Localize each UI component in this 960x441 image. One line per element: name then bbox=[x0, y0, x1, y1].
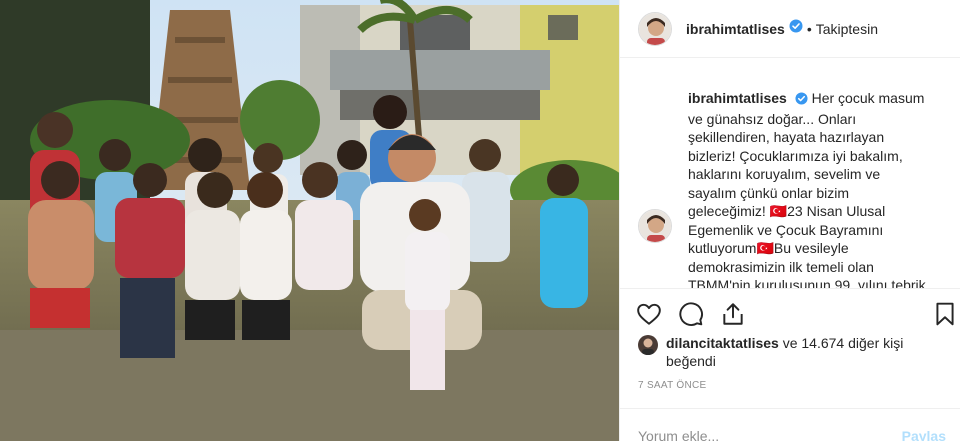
post-photo-image bbox=[0, 0, 619, 441]
author-avatar[interactable] bbox=[638, 11, 672, 46]
author-avatar-image bbox=[639, 12, 671, 45]
comment-button[interactable] bbox=[678, 301, 704, 327]
caption-author-avatar-image bbox=[639, 210, 671, 242]
caption-author-avatar[interactable] bbox=[638, 209, 672, 243]
caption-body: Her çocuk masum ve günahsız doğar... Onl… bbox=[688, 90, 926, 288]
post-comment-button[interactable]: Paylaş bbox=[902, 428, 946, 441]
post-header: ibrahimtatlises • Takiptesin bbox=[620, 0, 960, 58]
bookmark-icon bbox=[936, 302, 954, 326]
verified-badge-icon bbox=[789, 19, 803, 38]
caption-text: ibrahimtatlises Her çocuk masum ve günah… bbox=[688, 89, 928, 288]
post-timestamp[interactable]: 7 SAAT ÖNCE bbox=[638, 380, 707, 391]
caption: ibrahimtatlises Her çocuk masum ve günah… bbox=[638, 89, 944, 288]
post-photo[interactable] bbox=[0, 0, 619, 441]
comment-input[interactable] bbox=[638, 428, 902, 441]
caption-avatar-column bbox=[638, 89, 672, 288]
liker-avatar-image bbox=[638, 335, 658, 355]
likes-text: dilancitaktatlises ve 14.674 diğer kişi … bbox=[666, 334, 946, 370]
caption-username[interactable]: ibrahimtatlises bbox=[688, 90, 787, 106]
likes-summary: dilancitaktatlises ve 14.674 diğer kişi … bbox=[638, 334, 946, 370]
share-button[interactable] bbox=[720, 301, 746, 327]
comments-section[interactable]: ibrahimtatlises Her çocuk masum ve günah… bbox=[620, 59, 960, 288]
header-username[interactable]: ibrahimtatlises bbox=[686, 21, 785, 37]
instagram-post: ibrahimtatlises • Takiptesin ibrahimtatl… bbox=[0, 0, 960, 441]
header-separator: • bbox=[806, 20, 812, 37]
save-button[interactable] bbox=[932, 301, 958, 327]
heart-icon bbox=[637, 303, 661, 325]
share-icon bbox=[723, 303, 743, 325]
comment-icon bbox=[679, 302, 703, 326]
action-bar bbox=[620, 288, 960, 340]
following-status-button[interactable]: Takiptesin bbox=[816, 21, 878, 37]
liker-avatar[interactable] bbox=[638, 335, 658, 355]
liker-username[interactable]: dilancitaktatlises bbox=[666, 335, 779, 351]
caption-verified-badge-icon bbox=[795, 91, 808, 110]
post-side-panel: ibrahimtatlises • Takiptesin ibrahimtatl… bbox=[619, 0, 960, 441]
like-button[interactable] bbox=[636, 301, 662, 327]
add-comment-bar: Paylaş bbox=[620, 408, 960, 441]
